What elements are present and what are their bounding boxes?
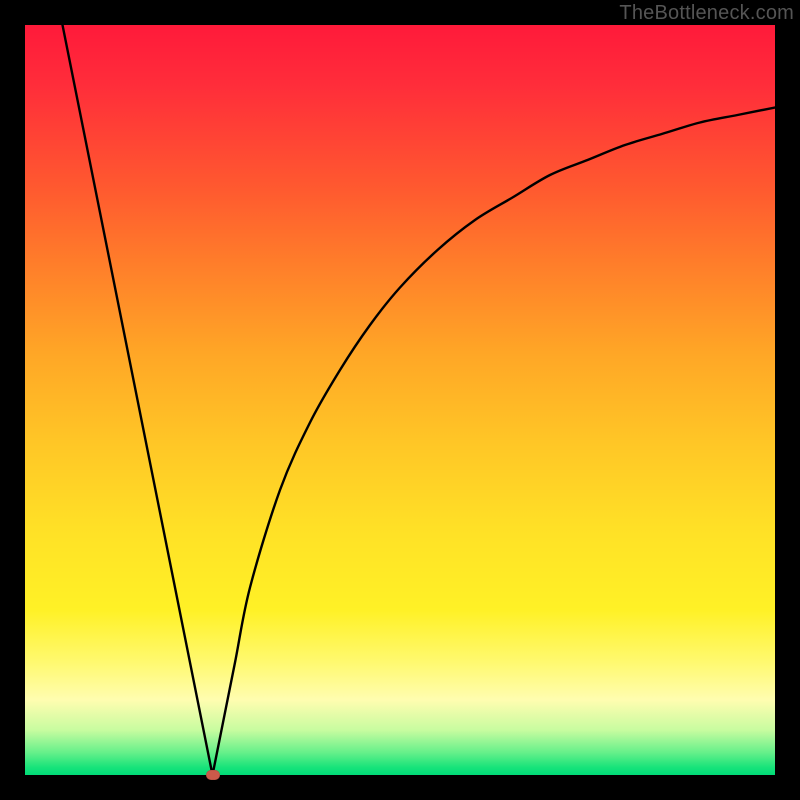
bottleneck-curve-path: [63, 25, 776, 775]
chart-frame: TheBottleneck.com: [0, 0, 800, 800]
watermark-text: TheBottleneck.com: [619, 2, 794, 25]
optimal-point-marker: [206, 770, 220, 780]
chart-plot-area: [25, 25, 775, 775]
chart-curve: [25, 25, 775, 775]
